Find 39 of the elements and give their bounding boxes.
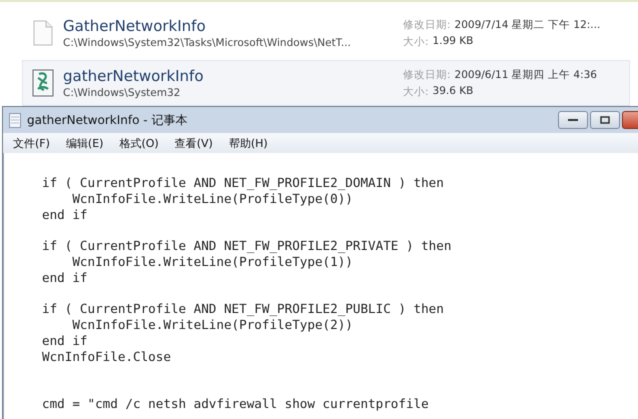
menu-item[interactable]: 文件(F) — [13, 136, 50, 150]
code-line: WcnInfoFile.WriteLine(ProfileType(1)) — [71, 254, 353, 270]
code-line: end if — [42, 270, 88, 286]
minimize-button[interactable] — [558, 111, 588, 129]
date-label: 修改日期: — [403, 18, 451, 32]
code-line: end if — [42, 206, 88, 222]
file-name: gatherNetworkInfo — [63, 66, 205, 86]
menu-item[interactable]: 编辑(E) — [66, 136, 104, 150]
modified-date: 2009/6/11 星期四 上午 4:36 — [454, 68, 597, 82]
menu-item[interactable]: 格式(O) — [119, 136, 159, 150]
maximize-icon — [600, 116, 610, 124]
menu-item[interactable]: 查看(V) — [174, 136, 213, 150]
file-path: C:\Windows\System32\Tasks\Microsoft\Windows\NetT... — [63, 36, 352, 50]
file-path: C:\Windows\System32 — [63, 86, 182, 100]
code-line: cmd = "cmd /c netsh advfirewall show currentprofile — [42, 396, 429, 412]
code-line: if ( CurrentProfile AND NET_FW_PROFILE2_DOMAIN ) then — [42, 175, 444, 191]
minimize-icon — [568, 118, 578, 122]
date-label: 修改日期: — [403, 68, 451, 82]
search-result-row[interactable]: gatherNetworkInfo C:\Windows\System32 修改日期: 2009/6/11 星期四 上午 4:36 大小: 39.6 KB — [22, 60, 630, 106]
file-icon — [33, 20, 53, 46]
maximize-button[interactable] — [590, 111, 620, 129]
code-line: if ( CurrentProfile AND NET_FW_PROFILE2_PRIVATE ) then — [42, 238, 452, 254]
code-line: WcnInfoFile.Close — [42, 348, 171, 365]
code-line: if ( CurrentProfile AND NET_FW_PROFILE2_PUBLIC ) then — [42, 301, 444, 318]
size-label: 大小: — [403, 84, 429, 98]
script-file-icon — [32, 69, 54, 97]
text-area[interactable] — [3, 153, 638, 419]
file-name: GatherNetworkInfo — [63, 16, 207, 36]
file-size: 1.99 KB — [432, 34, 474, 48]
code-line: end if — [42, 332, 88, 349]
size-label: 大小: — [403, 34, 429, 48]
menu-item[interactable]: 帮助(H) — [228, 136, 268, 150]
search-result-row[interactable]: GatherNetworkInfo C:\Windows\System32\Tasks\Microsoft\Windows\NetT... 修改日期: 2009/7/14 星期二 下午 12:... 大小: 1.99 KB — [22, 10, 630, 56]
code-line: WcnInfoFile.WriteLine(ProfileType(0)) — [71, 190, 353, 207]
window-title: gatherNetworkInfo - 记事本 — [27, 112, 188, 128]
file-size: 39.6 KB — [432, 84, 474, 98]
code-line: WcnInfoFile.WriteLine(ProfileType(2)) — [71, 317, 353, 333]
modified-date: 2009/7/14 星期二 下午 12:... — [454, 18, 600, 32]
notepad-icon — [9, 112, 21, 128]
